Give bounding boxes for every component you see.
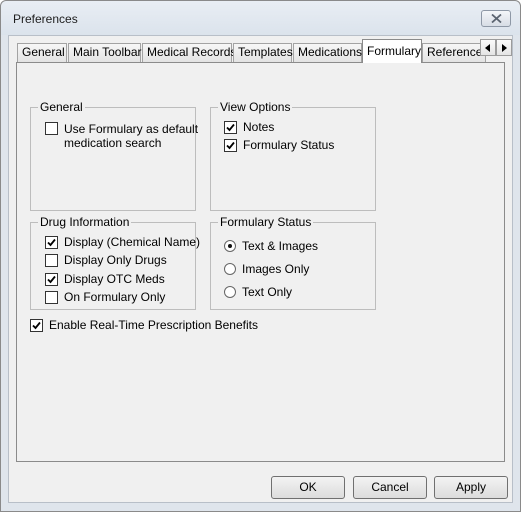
dialog-button-bar: OK Cancel Apply xyxy=(9,466,512,502)
checkbox-box xyxy=(45,253,58,267)
text-only-radio[interactable]: Text Only xyxy=(224,284,292,300)
display-otc-meds-checkbox[interactable]: Display OTC Meds xyxy=(45,271,165,287)
general-group: General Use Formulary as default medicat… xyxy=(30,100,199,211)
tab-medical-records[interactable]: Medical Records xyxy=(142,43,236,62)
on-formulary-only-checkbox[interactable]: On Formulary Only xyxy=(45,289,165,305)
radio-circle xyxy=(224,240,236,252)
group-title: View Options xyxy=(218,100,293,114)
view-options-group: View Options Notes Formulary Status xyxy=(210,100,376,211)
checkbox-box xyxy=(45,122,58,135)
tab-main-toolbar[interactable]: Main Toolbar xyxy=(68,43,141,62)
tab-scroll-right-button[interactable] xyxy=(496,39,512,56)
checkbox-label: Use Formulary as default medication sear… xyxy=(64,122,199,150)
formulary-status-group: Formulary Status Text & Images Images On… xyxy=(210,215,376,310)
text-and-images-radio[interactable]: Text & Images xyxy=(224,238,318,254)
close-button[interactable] xyxy=(481,10,511,27)
tab-label: Reference xyxy=(427,45,483,59)
display-only-drugs-checkbox[interactable]: Display Only Drugs xyxy=(45,252,167,268)
images-only-radio[interactable]: Images Only xyxy=(224,261,309,277)
tab-label: Medications xyxy=(298,45,363,59)
use-formulary-default-checkbox[interactable]: Use Formulary as default medication sear… xyxy=(45,122,199,150)
checkbox-box xyxy=(45,272,58,286)
tab-general[interactable]: General xyxy=(17,43,67,62)
checkbox-label: Formulary Status xyxy=(243,138,335,152)
formulary-tab-page: General Use Formulary as default medicat… xyxy=(16,62,505,462)
checkbox-box xyxy=(224,138,237,152)
group-title: Drug Information xyxy=(38,215,132,229)
close-icon xyxy=(491,14,502,23)
tab-formulary[interactable]: Formulary xyxy=(362,39,422,63)
title-bar[interactable]: Preferences xyxy=(1,1,520,35)
arrow-right-icon xyxy=(502,44,507,52)
checkbox-label: Display Only Drugs xyxy=(64,253,167,267)
checkmark-icon xyxy=(226,123,235,131)
tab-templates[interactable]: Templates xyxy=(233,43,293,62)
checkbox-label: Display OTC Meds xyxy=(64,272,165,286)
checkmark-icon xyxy=(226,141,235,149)
tab-scroll-arrows xyxy=(480,39,512,56)
checkbox-label: Notes xyxy=(243,120,275,134)
tab-label: Formulary xyxy=(367,44,422,58)
radio-label: Text & Images xyxy=(242,239,319,253)
tab-label: Main Toolbar xyxy=(73,45,142,59)
formulary-status-checkbox[interactable]: Formulary Status xyxy=(224,137,334,153)
radio-label: Images Only xyxy=(242,262,310,276)
radio-circle xyxy=(224,286,236,298)
ok-button[interactable]: OK xyxy=(271,476,345,499)
checkbox-label: Display (Chemical Name) xyxy=(64,235,201,249)
enable-realtime-benefits-checkbox[interactable]: Enable Real-Time Prescription Benefits xyxy=(30,317,258,333)
preferences-dialog: Preferences General Main Toolbar Medical… xyxy=(0,0,521,512)
notes-checkbox[interactable]: Notes xyxy=(224,119,274,135)
checkbox-label: Enable Real-Time Prescription Benefits xyxy=(49,318,258,332)
tab-reference[interactable]: Reference xyxy=(422,43,486,62)
arrow-left-icon xyxy=(485,44,490,52)
radio-selected-dot xyxy=(228,244,232,248)
group-title: General xyxy=(38,100,85,114)
drug-information-group: Drug Information Display (Chemical Name)… xyxy=(30,215,200,310)
checkbox-box xyxy=(30,318,43,332)
checkbox-label: On Formulary Only xyxy=(64,290,166,304)
checkbox-box xyxy=(45,235,58,249)
dialog-client-area: General Main Toolbar Medical Records Tem… xyxy=(8,35,513,503)
cancel-button[interactable]: Cancel xyxy=(353,476,427,499)
checkbox-box xyxy=(224,120,237,134)
radio-circle xyxy=(224,263,236,275)
tab-medications[interactable]: Medications xyxy=(293,43,362,62)
checkbox-box xyxy=(45,290,58,304)
display-chemical-name-checkbox[interactable]: Display (Chemical Name) xyxy=(45,234,200,250)
window-title: Preferences xyxy=(13,12,78,26)
tab-label: Medical Records xyxy=(147,45,237,59)
apply-button[interactable]: Apply xyxy=(434,476,508,499)
tab-label: Templates xyxy=(238,45,293,59)
checkmark-icon xyxy=(32,321,41,329)
checkmark-icon xyxy=(47,238,56,246)
radio-label: Text Only xyxy=(242,285,293,299)
checkmark-icon xyxy=(47,275,56,283)
group-title: Formulary Status xyxy=(218,215,314,229)
tab-label: General xyxy=(22,45,65,59)
tab-scroll-left-button[interactable] xyxy=(480,39,496,56)
tab-strip: General Main Toolbar Medical Records Tem… xyxy=(17,39,514,63)
